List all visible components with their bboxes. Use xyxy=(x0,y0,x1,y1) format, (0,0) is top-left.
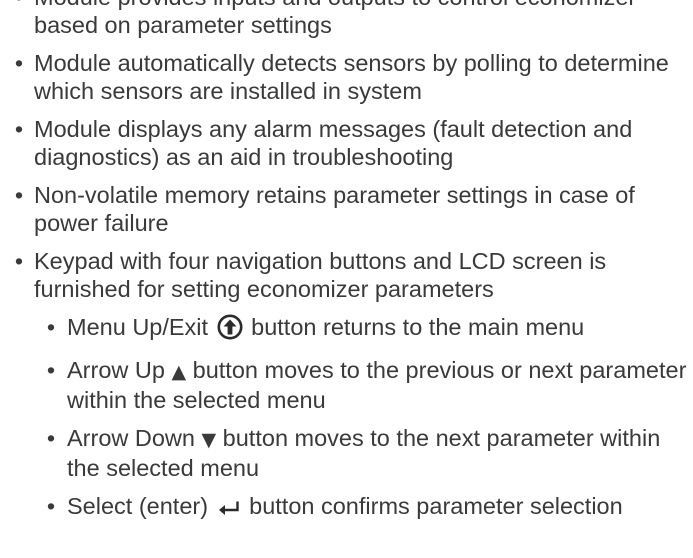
list-item: • Keypad with four navigation buttons an… xyxy=(0,247,693,522)
bullet-icon: • xyxy=(46,425,56,451)
button-name: Select (enter) xyxy=(67,493,209,519)
sub-list-item: • Select (enter) button confirms paramet… xyxy=(34,492,693,522)
list-item: • Non-volatile memory retains parameter … xyxy=(0,181,693,237)
sub-list-item: • Arrow Up ▲ button moves to the previou… xyxy=(34,356,693,414)
bullet-icon: • xyxy=(14,182,24,208)
list-item-text: Module automatically detects sensors by … xyxy=(34,50,669,104)
bullet-icon: • xyxy=(14,116,24,142)
bullet-icon: • xyxy=(14,248,24,274)
sub-list-item: • Menu Up/Exit button returns to the mai… xyxy=(34,313,693,346)
bullet-icon: • xyxy=(46,357,56,383)
button-description: button returns to the main menu xyxy=(251,314,585,340)
button-description: button confirms parameter selection xyxy=(249,493,623,519)
arrow-up-icon: ▲ xyxy=(171,361,187,383)
sub-list-item: • Arrow Down ▼ button moves to the next … xyxy=(34,424,693,482)
menu-up-exit-icon xyxy=(217,314,243,346)
enter-icon xyxy=(218,494,240,522)
button-name: Menu Up/Exit xyxy=(67,314,209,340)
document-page: • Module provides inputs and outputs to … xyxy=(0,0,693,532)
list-item: • Module displays any alarm messages (fa… xyxy=(0,115,693,171)
keypad-button-list: • Menu Up/Exit button returns to the mai… xyxy=(34,313,693,522)
list-item-text: Module displays any alarm messages (faul… xyxy=(34,116,633,170)
list-item-text: Non-volatile memory retains parameter se… xyxy=(34,182,635,236)
button-name: Arrow Down xyxy=(67,425,195,451)
bullet-icon: • xyxy=(12,0,26,11)
arrow-down-icon: ▼ xyxy=(201,429,217,451)
list-item: • Module automatically detects sensors b… xyxy=(0,49,693,105)
bullet-icon: • xyxy=(46,493,56,519)
feature-list: • Module provides inputs and outputs to … xyxy=(0,0,693,522)
list-item: • Module provides inputs and outputs to … xyxy=(0,0,693,39)
button-name: Arrow Up xyxy=(67,357,165,383)
list-item-text: Keypad with four navigation buttons and … xyxy=(34,248,607,302)
list-item-text: Module provides inputs and outputs to co… xyxy=(34,0,636,38)
bullet-icon: • xyxy=(46,314,56,340)
bullet-icon: • xyxy=(14,50,24,76)
